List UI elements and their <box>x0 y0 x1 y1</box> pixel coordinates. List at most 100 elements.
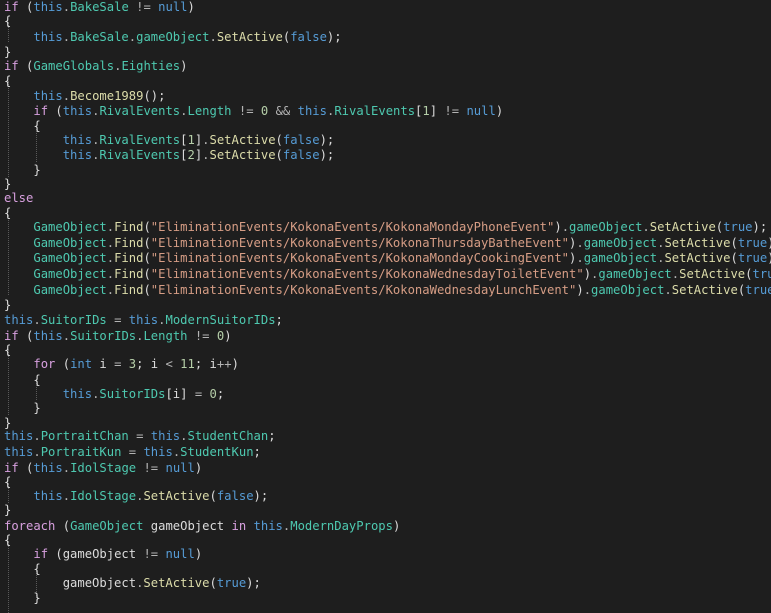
text-token: ) <box>583 267 592 281</box>
control-token: if <box>33 547 49 561</box>
member-token: BakeSale <box>70 30 129 44</box>
code-line[interactable]: for (int i = 3; i < 11; i++) <box>4 357 239 372</box>
code-line[interactable]: this.RivalEvents[2].SetActive(false); <box>4 148 335 163</box>
text-token: ) <box>180 59 188 73</box>
code-line[interactable]: if (this.IdolStage != null) <box>4 461 202 476</box>
operator-token: . <box>33 429 41 443</box>
code-line[interactable]: GameObject.Find("EliminationEvents/Kokon… <box>4 236 771 251</box>
code-line[interactable]: } <box>4 163 40 178</box>
code-line[interactable]: { <box>4 475 11 490</box>
method-token: Find <box>114 236 144 250</box>
code-line[interactable]: { <box>4 14 11 29</box>
text-token: ; <box>275 313 283 327</box>
code-line[interactable]: GameObject.Find("EliminationEvents/Kokon… <box>4 283 771 298</box>
text-token: } <box>4 591 41 605</box>
text-token: [i] <box>165 387 195 401</box>
code-line[interactable]: else <box>4 191 33 206</box>
operator-token: . <box>576 251 584 265</box>
string-token: "EliminationEvents/KokonaEvents/KokonaMo… <box>150 251 570 265</box>
code-line[interactable]: } <box>4 401 40 416</box>
code-line[interactable]: if (GameGlobals.Eighties) <box>4 59 187 74</box>
code-line[interactable]: GameObject.Find("EliminationEvents/Kokon… <box>4 267 771 282</box>
operator-token: && <box>275 104 291 118</box>
method-token: Become1989 <box>70 89 144 103</box>
member-token: SuitorIDs <box>70 329 137 343</box>
code-line[interactable]: this.PortraitChan = this.StudentChan; <box>4 429 276 444</box>
code-line[interactable]: { <box>4 206 11 221</box>
type-token: GameObject <box>70 519 144 533</box>
code-line[interactable]: { <box>4 343 11 358</box>
code-line[interactable]: { <box>4 562 40 577</box>
member-token: gameObject <box>598 267 672 281</box>
text-token: ( <box>55 519 71 533</box>
code-editor[interactable]: if (this.BakeSale != null){ this.BakeSal… <box>0 0 771 613</box>
text-token: } <box>4 177 12 191</box>
code-line[interactable]: this.SuitorIDs[i] = 0; <box>4 387 224 402</box>
code-line[interactable]: { <box>4 373 40 388</box>
code-line[interactable]: GameObject.Find("EliminationEvents/Kokon… <box>4 251 771 266</box>
member-token: gameObject <box>569 220 643 234</box>
code-line[interactable]: this.PortraitKun = this.StudentKun; <box>4 445 261 460</box>
keyword-token: this <box>128 313 159 327</box>
text-token: ( <box>143 267 151 281</box>
text-token: ( <box>209 576 217 590</box>
text-token: i <box>92 357 115 371</box>
code-line[interactable]: this.SuitorIDs = this.ModernSuitorIDs; <box>4 313 283 328</box>
member-token: SuitorIDs <box>40 313 107 327</box>
keyword-token: this <box>62 104 93 118</box>
code-line[interactable]: } <box>4 298 11 313</box>
member-token: Length <box>187 104 232 118</box>
text-token: ( <box>209 489 217 503</box>
code-line[interactable]: { <box>4 533 11 548</box>
member-token: gameObject <box>591 283 665 297</box>
keyword-token: true <box>723 220 753 234</box>
keyword-token: this <box>33 461 63 475</box>
member-token: BakeSale <box>70 0 129 14</box>
method-token: SetActive <box>216 30 283 44</box>
text-token: ); <box>326 30 342 44</box>
keyword-token: false <box>290 30 327 44</box>
code-line[interactable]: if (this.SuitorIDs.Length != 0) <box>4 329 232 344</box>
code-line[interactable]: } <box>4 591 41 606</box>
text-token: ( <box>745 267 753 281</box>
text-token: } <box>4 503 12 517</box>
member-token: PortraitChan <box>40 429 129 443</box>
operator-token: . <box>62 0 71 14</box>
code-line[interactable]: { <box>4 119 40 134</box>
code-line[interactable]: this.BakeSale.gameObject.SetActive(false… <box>4 30 342 45</box>
code-line[interactable]: } <box>4 503 11 518</box>
method-token: Find <box>114 283 144 297</box>
text-token: (); <box>143 89 166 103</box>
text-token: ); <box>319 133 335 147</box>
code-line[interactable]: if (gameObject != null) <box>4 547 202 562</box>
code-line[interactable]: this.IdolStage.SetActive(false); <box>4 489 268 504</box>
operator-token: . <box>180 104 188 118</box>
keyword-token: true <box>216 576 247 590</box>
code-line[interactable]: if (this.BakeSale != null) <box>4 0 195 15</box>
code-line[interactable]: { <box>4 74 11 89</box>
code-line[interactable]: if (this.RivalEvents.Length != 0 && this… <box>4 104 503 119</box>
code-line[interactable]: gameObject.SetActive(true); <box>4 576 261 591</box>
operator-token: . <box>642 220 650 234</box>
code-line[interactable]: this.RivalEvents[1].SetActive(false); <box>4 133 335 148</box>
text-token: ) <box>392 519 401 533</box>
code-line[interactable]: } <box>4 45 11 60</box>
code-line[interactable]: } <box>4 177 11 192</box>
method-token: SetActive <box>209 133 276 147</box>
code-line[interactable]: GameObject.Find("EliminationEvents/Kokon… <box>4 220 767 235</box>
keyword-token: this <box>33 329 63 343</box>
keyword-token: null <box>165 461 195 475</box>
type-token: GameObject <box>33 220 107 234</box>
operator-token: != <box>444 104 460 118</box>
member-token: Eighties <box>121 59 181 73</box>
text-token: ( <box>18 461 34 475</box>
method-token: SetActive <box>664 251 731 265</box>
code-line[interactable]: foreach (GameObject gameObject in this.M… <box>4 519 400 534</box>
keyword-token: this <box>62 148 93 162</box>
code-line[interactable]: this.Become1989(); <box>4 89 165 104</box>
